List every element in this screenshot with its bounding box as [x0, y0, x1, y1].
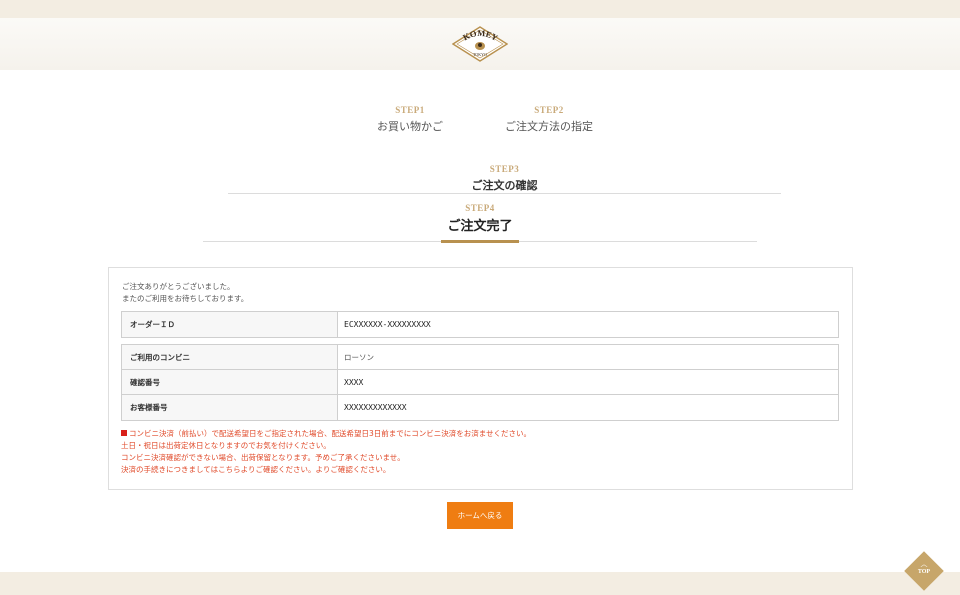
- step-1: STEP1 お買い物かご: [360, 105, 460, 134]
- akomeya-logo[interactable]: AKOMEYA TOKYO: [452, 26, 508, 62]
- note-line[interactable]: 決済の手続きにつきましてはこちらよりご確認ください。よりご確認ください。: [121, 464, 841, 476]
- chevron-up-icon: ︿: [920, 560, 928, 568]
- logo-subtext: TOKYO: [473, 52, 487, 57]
- table-row: 確認番号 XXXX: [122, 370, 838, 395]
- current-step-indicator: [441, 240, 519, 243]
- thank-you-line-1: ご注文ありがとうございました。: [122, 282, 235, 291]
- step-3-title: ご注文の確認: [471, 179, 538, 192]
- site-header: AKOMEYA TOKYO: [0, 18, 960, 70]
- table-row: ご利用のコンビニ ローソン: [122, 345, 838, 370]
- thank-you-message: ご注文ありがとうございました。 またのご利用をお待ちしております。: [122, 281, 248, 305]
- top-strip: [0, 0, 960, 18]
- step-4-current: STEP4 ご注文完了: [203, 203, 757, 242]
- page-top-text: TOP: [917, 569, 931, 575]
- step-4-label: STEP4: [465, 203, 495, 213]
- payment-notes: コンビニ決済（前払い）で配送希望日をご指定された場合、配送希望日3日前までにコン…: [121, 428, 841, 476]
- step-2: STEP2 ご注文方法の指定: [498, 105, 600, 134]
- page-top-label[interactable]: ︿ TOP: [908, 560, 940, 584]
- thank-you-line-2: またのご利用をお待ちしております。: [122, 294, 249, 303]
- convenience-store-label: ご利用のコンビニ: [122, 345, 338, 369]
- table-row: オーダーＩＤ ECXXXXXX-XXXXXXXXX: [122, 312, 838, 337]
- confirmation-number-value: XXXX: [344, 378, 364, 387]
- step-1-title: お買い物かご: [377, 120, 443, 133]
- step-3: STEP3 ご注文の確認: [228, 164, 781, 194]
- table-row: お客様番号 XXXXXXXXXXXXX: [122, 395, 838, 420]
- note-line: コンビニ決済確認ができない場合、出荷保留となります。予めご了承くださいませ。: [121, 453, 405, 462]
- convenience-store-value: ローソン: [344, 353, 374, 362]
- order-id-table: オーダーＩＤ ECXXXXXX-XXXXXXXXX: [121, 311, 839, 338]
- red-square-icon: [121, 430, 127, 436]
- confirmation-number-label: 確認番号: [122, 370, 338, 394]
- note-line: コンビニ決済（前払い）で配送希望日をご指定された場合、配送希望日3日前までにコン…: [121, 428, 841, 440]
- step-4-title: ご注文完了: [447, 219, 513, 234]
- step-3-label: STEP3: [489, 164, 520, 174]
- step-2-label: STEP2: [534, 105, 564, 115]
- payment-info-table: ご利用のコンビニ ローソン 確認番号 XXXX お客様番号 XXXXXXXXXX…: [121, 344, 839, 421]
- step-1-label: STEP1: [395, 105, 425, 115]
- note-line: 土日・祝日は出荷定休日となりますのでお気を付けください。: [121, 441, 331, 450]
- step-2-title: ご注文方法の指定: [505, 120, 593, 133]
- customer-number-value: XXXXXXXXXXXXX: [344, 403, 407, 412]
- order-id-label: オーダーＩＤ: [122, 312, 338, 337]
- return-home-button[interactable]: ホームへ戻る: [447, 502, 513, 529]
- order-id-value: ECXXXXXX-XXXXXXXXX: [344, 320, 431, 329]
- order-complete-panel: ご注文ありがとうございました。 またのご利用をお待ちしております。 オーダーＩＤ…: [108, 267, 853, 490]
- customer-number-label: お客様番号: [122, 395, 338, 420]
- footer-band: [0, 572, 960, 595]
